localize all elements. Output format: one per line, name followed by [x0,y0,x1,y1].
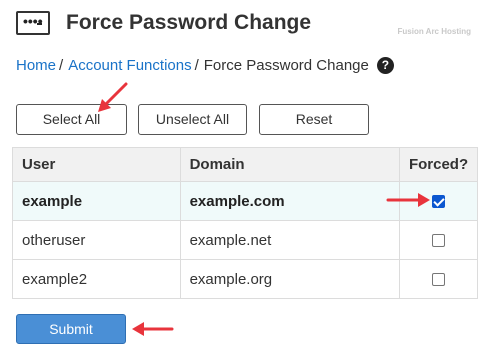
arrow-checkbox [386,193,430,207]
user-cell: example2 [12,259,181,299]
arrow-submit [132,322,174,336]
forced-cell [399,259,478,299]
breadcrumb-separator: / [59,57,64,74]
submit-button[interactable]: Submit [16,314,126,344]
forced-checkbox[interactable] [432,195,446,209]
page-header: •••• Force Password Change [16,6,311,40]
breadcrumb: Home / Account Functions / Force Passwor… [16,57,394,74]
breadcrumb-account-functions-link[interactable]: Account Functions [68,57,191,74]
column-header-forced: Forced? [399,147,478,182]
unselect-all-button[interactable]: Unselect All [138,104,247,135]
forced-checkbox[interactable] [432,273,446,287]
breadcrumb-current: Force Password Change [203,57,369,74]
user-cell: example [12,181,181,221]
domain-cell: example.net [179,220,401,260]
users-table: User Domain Forced? example example.com … [12,147,478,299]
table-row: example2 example.org [12,259,478,299]
page-title: Force Password Change [66,11,312,34]
column-header-user[interactable]: User [12,147,181,182]
forced-cell [399,220,478,260]
column-header-domain[interactable]: Domain [179,147,401,182]
reset-button[interactable]: Reset [259,104,369,135]
password-field-icon: •••• [16,11,50,35]
arrow-select-all [98,82,128,112]
table-row: otheruser example.net [12,220,478,260]
question-circle-icon[interactable]: ? [376,57,394,74]
forced-checkbox[interactable] [432,234,446,248]
domain-cell: example.com [179,181,401,221]
domain-cell: example.org [179,259,401,299]
breadcrumb-home-link[interactable]: Home [16,57,56,74]
breadcrumb-separator: / [194,57,199,74]
watermark: Fusion Arc Hosting [397,27,471,36]
user-cell: otheruser [12,220,181,260]
table-header-row: User Domain Forced? [12,147,478,182]
